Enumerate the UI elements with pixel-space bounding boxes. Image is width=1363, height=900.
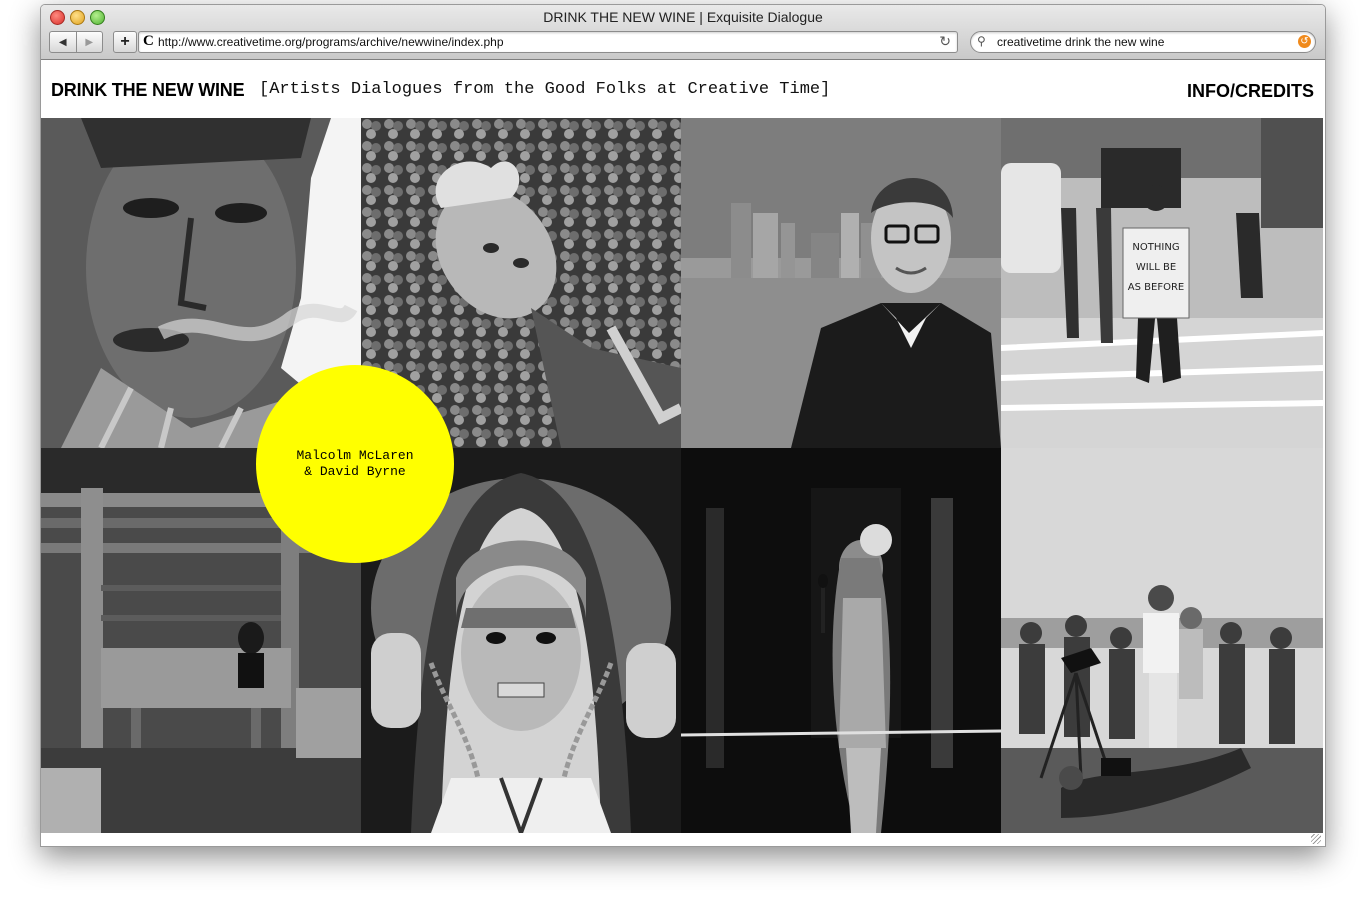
artist-pair-line-2: & David Byrne [304, 464, 406, 479]
window-title: DRINK THE NEW WINE | Exquisite Dialogue [543, 9, 823, 25]
address-bar[interactable]: C http://www.creativetime.org/programs/a… [138, 31, 958, 53]
page-bottom-strip [41, 833, 1323, 846]
title-bar: DRINK THE NEW WINE | Exquisite Dialogue … [41, 5, 1325, 60]
browser-window: DRINK THE NEW WINE | Exquisite Dialogue … [40, 4, 1326, 847]
site-subtitle: [Artists Dialogues from the Good Folks a… [259, 80, 831, 99]
history-navigation: ◀ ▶ [49, 31, 103, 53]
crowd-with-cameras-photo-icon [1001, 448, 1323, 833]
site-title[interactable]: DRINK THE NEW WINE [51, 80, 245, 101]
back-button[interactable]: ◀ [50, 32, 77, 52]
man-glasses-waterfront-photo-icon [681, 118, 1001, 448]
web-page: DRINK THE NEW WINE [Artists Dialogues fr… [41, 60, 1325, 846]
reload-icon[interactable]: ↻ [939, 33, 951, 50]
sign-text-line-3: AS BEFORE [1128, 282, 1184, 293]
sign-text-line-2: WILL BE [1136, 262, 1176, 273]
singer-with-microphone-photo-icon [681, 448, 1001, 833]
add-bookmark-button[interactable]: + [113, 31, 137, 53]
plus-icon: + [120, 33, 130, 50]
forward-button[interactable]: ▶ [77, 32, 103, 52]
tile-photo-3[interactable] [681, 118, 1001, 448]
tile-photo-7[interactable] [681, 448, 1001, 833]
resize-grip-icon[interactable] [1311, 834, 1321, 844]
url-text[interactable]: http://www.creativetime.org/programs/arc… [158, 35, 504, 49]
site-favicon-icon: C [143, 33, 154, 49]
sign-text-line-1: NOTHING [1132, 242, 1179, 253]
back-arrow-icon: ◀ [58, 36, 67, 48]
artist-pair-label[interactable]: Malcolm McLaren & David Byrne [256, 365, 454, 563]
search-query-text[interactable]: creativetime drink the new wine [997, 35, 1164, 49]
forward-arrow-icon: ▶ [85, 36, 94, 48]
info-credits-link[interactable]: INFO/CREDITS [1187, 81, 1314, 102]
tile-photo-8[interactable] [1001, 448, 1323, 833]
tile-photo-4[interactable]: NOTHING WILL BE AS BEFORE [1001, 118, 1323, 448]
search-field[interactable]: ⚲ creativetime drink the new wine ↺ [970, 31, 1316, 53]
protester-sign-street-photo-icon: NOTHING WILL BE AS BEFORE [1001, 118, 1323, 448]
photo-grid: NOTHING WILL BE AS BEFORE Malcolm McLare… [41, 118, 1323, 833]
artist-pair-line-1: Malcolm McLaren [296, 448, 414, 463]
snapback-icon[interactable]: ↺ [1298, 35, 1311, 48]
search-icon[interactable]: ⚲ [977, 34, 986, 48]
